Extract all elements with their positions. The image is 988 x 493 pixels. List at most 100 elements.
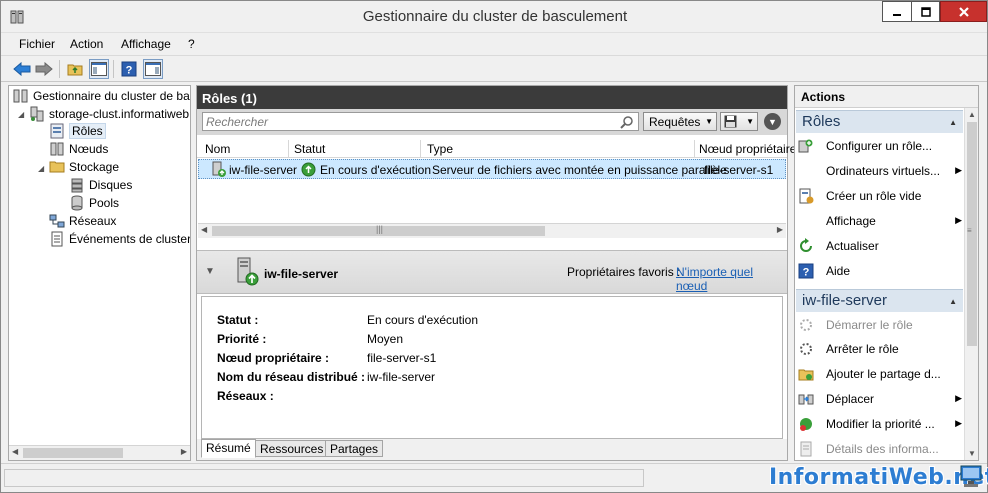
tree-item-storage[interactable]: Stockage	[49, 158, 119, 176]
tree-horizontal-scrollbar[interactable]: ◀ ▶	[9, 445, 190, 460]
scroll-right-icon[interactable]: ▶	[181, 447, 187, 456]
menu-file[interactable]: Fichier	[19, 37, 55, 51]
actions-section-role[interactable]: iw-file-server ▲	[796, 289, 963, 312]
save-icon	[724, 115, 737, 128]
svg-text:?: ?	[126, 65, 133, 77]
action-label: Démarrer le rôle	[826, 318, 913, 332]
action-start-role[interactable]: Démarrer le rôle	[798, 315, 964, 335]
configure-role-icon	[798, 139, 813, 153]
action-create-empty-role[interactable]: Créer un rôle vide	[798, 186, 964, 206]
dropdown-arrow-icon: ▼	[705, 117, 713, 126]
disks-icon	[71, 178, 83, 193]
action-move[interactable]: Déplacer ▶	[798, 389, 964, 409]
search-input[interactable]: Rechercher	[202, 112, 639, 131]
priority-icon	[800, 418, 812, 431]
networks-icon	[49, 214, 65, 228]
tree-item-cluster-manager[interactable]: Gestionnaire du cluster de basculement	[13, 87, 190, 105]
scrollbar-thumb[interactable]: ≡	[967, 122, 977, 346]
actions-section-roles[interactable]: Rôles ▲	[796, 110, 963, 133]
show-action-pane-button[interactable]	[143, 59, 163, 79]
tree-item-label: Stockage	[69, 160, 120, 174]
action-stop-role[interactable]: Arrêter le rôle	[798, 339, 964, 359]
tree-item-networks[interactable]: Réseaux	[49, 212, 116, 230]
running-status-icon	[301, 162, 316, 177]
tab-shares[interactable]: Partages	[325, 440, 384, 457]
action-virtual-machines[interactable]: Ordinateurs virtuels... ▶	[798, 161, 964, 181]
action-add-share[interactable]: Ajouter le partage d...	[798, 364, 964, 384]
column-status[interactable]: Statut	[294, 142, 325, 156]
collapse-icon[interactable]: ◢	[38, 164, 44, 173]
help-button[interactable]: ?	[119, 59, 139, 79]
close-button[interactable]	[940, 1, 987, 22]
console-tree: Gestionnaire du cluster de basculement ◢…	[8, 85, 191, 461]
column-name[interactable]: Nom	[205, 142, 230, 156]
prop-value-status: En cours d'exécution	[367, 313, 479, 327]
minimize-icon	[893, 13, 901, 16]
scroll-right-icon[interactable]: ▶	[777, 225, 783, 234]
tree-item-label: Réseaux	[69, 214, 117, 228]
role-name-cell: iw-file-server	[229, 163, 298, 177]
minimize-button[interactable]	[882, 1, 911, 22]
maximize-button[interactable]	[911, 1, 940, 22]
column-owner-node[interactable]: Nœud propriétaire	[699, 142, 796, 156]
events-icon	[51, 231, 63, 247]
prop-value-dnn: iw-file-server	[367, 370, 436, 384]
scrollbar-grip-icon: |||	[376, 224, 384, 234]
actions-vertical-scrollbar[interactable]: ▲ ≡ ▼	[964, 108, 978, 460]
menu-view[interactable]: Affichage	[121, 37, 171, 51]
back-button[interactable]	[12, 59, 32, 79]
folder-up-icon	[67, 64, 83, 76]
queries-dropdown[interactable]: Requêtes ▼	[643, 112, 717, 131]
scroll-up-icon[interactable]: ▲	[968, 110, 976, 119]
table-row[interactable]: iw-file-server En cours d'exécution Serv…	[198, 159, 786, 179]
tree-item-pools[interactable]: Pools	[69, 194, 119, 212]
tab-resources[interactable]: Ressources	[255, 440, 329, 457]
up-folder-button[interactable]	[65, 59, 85, 79]
submenu-arrow-icon: ▶	[955, 418, 962, 428]
save-query-button[interactable]: ▼	[720, 112, 758, 131]
scroll-left-icon[interactable]: ◀	[201, 225, 207, 234]
show-console-tree-button[interactable]	[89, 59, 109, 79]
scroll-left-icon[interactable]: ◀	[12, 447, 18, 456]
column-divider[interactable]	[694, 140, 695, 158]
collapse-details-icon[interactable]: ▼	[205, 266, 215, 277]
window-title: Gestionnaire du cluster de basculement	[362, 8, 628, 25]
scrollbar-thumb[interactable]	[23, 448, 123, 458]
queries-label: Requêtes	[649, 115, 701, 129]
collapse-icon[interactable]: ▲	[949, 118, 957, 127]
status-cell	[4, 469, 644, 487]
list-horizontal-scrollbar[interactable]: ◀ ||| ▶	[198, 223, 786, 238]
column-type[interactable]: Type	[427, 142, 453, 156]
tree-item-nodes[interactable]: Nœuds	[49, 140, 108, 158]
column-divider[interactable]	[288, 140, 289, 158]
tree-item-events[interactable]: Événements de cluster	[49, 230, 191, 248]
prop-label-owner-node: Nœud propriétaire :	[217, 351, 330, 365]
expand-collapse-button[interactable]: ▼	[764, 113, 781, 130]
help-icon: ?	[798, 263, 814, 279]
scroll-down-icon[interactable]: ▼	[968, 449, 976, 458]
tree-item-label: Événements de cluster	[69, 232, 191, 246]
menu-help[interactable]: ?	[188, 37, 195, 51]
action-details[interactable]: Détails des informa...	[798, 439, 964, 459]
search-icon[interactable]	[620, 115, 634, 129]
action-view[interactable]: Affichage ▶	[798, 211, 964, 231]
watermark: InformatiWeb.net	[769, 465, 988, 490]
preferred-owners-link[interactable]: N'importe quel nœud	[676, 265, 787, 293]
action-change-priority[interactable]: Modifier la priorité ... ▶	[798, 414, 964, 434]
action-refresh[interactable]: Actualiser	[798, 236, 964, 256]
tree-item-roles[interactable]: Rôles	[49, 122, 106, 140]
action-help[interactable]: ? Aide	[798, 261, 964, 281]
action-configure-role[interactable]: Configurer un rôle...	[798, 136, 964, 156]
menu-action[interactable]: Action	[70, 37, 103, 51]
tree-item-cluster[interactable]: storage-clust.informatiweb.lan	[29, 105, 190, 123]
collapse-icon[interactable]: ▲	[949, 297, 957, 306]
list-header: Nom Statut Type Nœud propriétaire	[197, 140, 796, 158]
scrollbar-thumb[interactable]: |||	[212, 224, 545, 236]
action-label: Créer un rôle vide	[826, 189, 922, 203]
forward-button[interactable]	[34, 59, 54, 79]
roles-header: Rôles (1)	[197, 86, 787, 109]
collapse-icon[interactable]: ◢	[18, 110, 24, 119]
column-divider[interactable]	[420, 140, 421, 158]
tab-summary[interactable]: Résumé	[201, 439, 256, 458]
tree-item-disks[interactable]: Disques	[69, 176, 132, 194]
